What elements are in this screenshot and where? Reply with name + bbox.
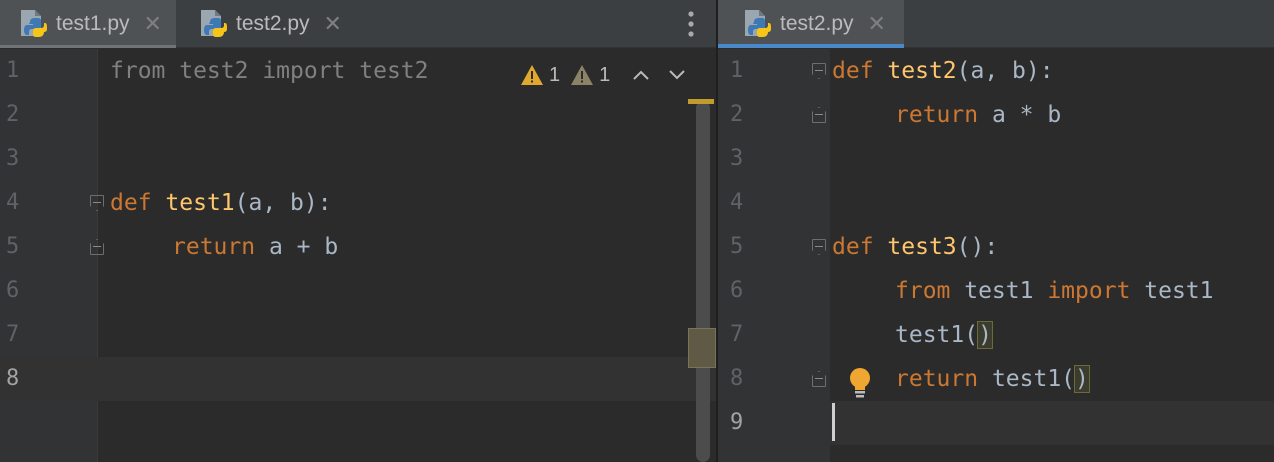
line-number: 5 (6, 234, 20, 259)
line-number: 5 (730, 234, 744, 259)
code-line: 3 (718, 137, 1274, 181)
code-line: 5 def test3(): (718, 225, 1274, 269)
warning-icon (521, 65, 543, 85)
code-text: test1() (895, 321, 993, 349)
line-number: 6 (6, 278, 20, 303)
fold-end-icon[interactable] (90, 239, 104, 255)
code-line-current: 8 (0, 357, 716, 401)
tab-label: test2.py (780, 12, 854, 35)
code-text: def test2(a, b): (832, 58, 1054, 84)
right-editor-pane: test2.py ✕ 1 def test2(a, b): 2 return a… (718, 0, 1274, 462)
line-number: 7 (6, 322, 20, 347)
warning-stripe-marker[interactable] (688, 99, 714, 104)
scrollbar-thumb[interactable] (696, 101, 710, 462)
code-line: 4 def test1(a, b): (0, 181, 716, 225)
code-line: 6 from test1 import test1 (718, 269, 1274, 313)
code-line: 3 (0, 137, 716, 181)
line-number: 7 (730, 322, 744, 347)
chevron-up-icon (633, 70, 649, 80)
code-text: from test2 import test2 (110, 58, 429, 84)
text-caret (832, 403, 835, 441)
fold-end-icon[interactable] (812, 107, 826, 123)
code-line: 7 test1() (718, 313, 1274, 357)
code-text: def test3(): (832, 234, 999, 260)
previous-highlight-button[interactable] (626, 60, 656, 90)
lightbulb-icon[interactable] (846, 366, 874, 400)
line-number: 8 (6, 366, 20, 391)
code-text: return a * b (895, 102, 1062, 128)
close-icon[interactable]: ✕ (868, 12, 886, 37)
code-text: return a + b (172, 234, 339, 260)
left-tab-bar: test1.py ✕ test2.py ✕ (0, 0, 716, 48)
tab-test2-py[interactable]: test2.py ✕ (196, 0, 376, 48)
close-icon[interactable]: ✕ (144, 12, 162, 37)
right-tab-bar: test2.py ✕ (718, 0, 1274, 48)
code-line: 1 def test2(a, b): (718, 49, 1274, 93)
line-number: 9 (730, 410, 744, 435)
tab-label: test1.py (56, 12, 130, 35)
chevron-down-icon (669, 70, 685, 80)
python-file-icon (201, 10, 227, 37)
weak-warning-icon (571, 65, 594, 85)
tab-label: test2.py (236, 12, 310, 35)
inspection-widget: 1 1 (520, 60, 692, 90)
line-number: 4 (730, 190, 744, 215)
code-text: def test1(a, b): (110, 190, 332, 216)
line-number: 1 (6, 58, 20, 83)
right-editor[interactable]: 1 def test2(a, b): 2 return a * b 3 4 5 … (718, 49, 1274, 462)
code-line: 6 (0, 269, 716, 313)
line-number: 3 (6, 146, 20, 171)
code-line-current: 9 (730, 401, 1274, 445)
line-number: 1 (730, 58, 744, 83)
code-line: 5 return a + b (0, 225, 716, 269)
line-number: 4 (6, 190, 20, 215)
code-text: from test1 import test1 (895, 278, 1214, 304)
left-editor-pane: test1.py ✕ test2.py ✕ 1 from test2 impor… (0, 0, 716, 462)
left-editor[interactable]: 1 from test2 import test2 2 3 4 def test… (0, 49, 716, 462)
python-file-icon (745, 10, 771, 37)
python-file-icon (21, 10, 47, 37)
weak-warning-counter[interactable]: 1 (570, 64, 610, 87)
code-line: 2 return a * b (718, 93, 1274, 137)
tab-test2-py-right[interactable]: test2.py ✕ (718, 0, 904, 48)
code-line: 7 (0, 313, 716, 357)
fold-icon[interactable] (812, 63, 826, 79)
code-line: 8 return test1() (718, 357, 1274, 401)
code-line: 2 (0, 93, 716, 137)
more-options-icon[interactable] (678, 8, 704, 40)
line-number: 2 (6, 102, 20, 127)
fold-icon[interactable] (812, 239, 826, 255)
tab-test1-py[interactable]: test1.py ✕ (0, 0, 176, 48)
line-number: 3 (730, 146, 744, 171)
caret-row-marker[interactable] (688, 328, 716, 368)
fold-end-icon[interactable] (812, 371, 826, 387)
code-line: 4 (718, 181, 1274, 225)
line-number: 8 (730, 366, 744, 391)
close-icon[interactable]: ✕ (324, 12, 342, 37)
fold-icon[interactable] (90, 195, 104, 211)
code-text: return test1() (895, 365, 1090, 393)
warning-counter[interactable]: 1 (520, 64, 560, 87)
line-number: 2 (730, 102, 744, 127)
line-number: 6 (730, 278, 744, 303)
next-highlight-button[interactable] (662, 60, 692, 90)
